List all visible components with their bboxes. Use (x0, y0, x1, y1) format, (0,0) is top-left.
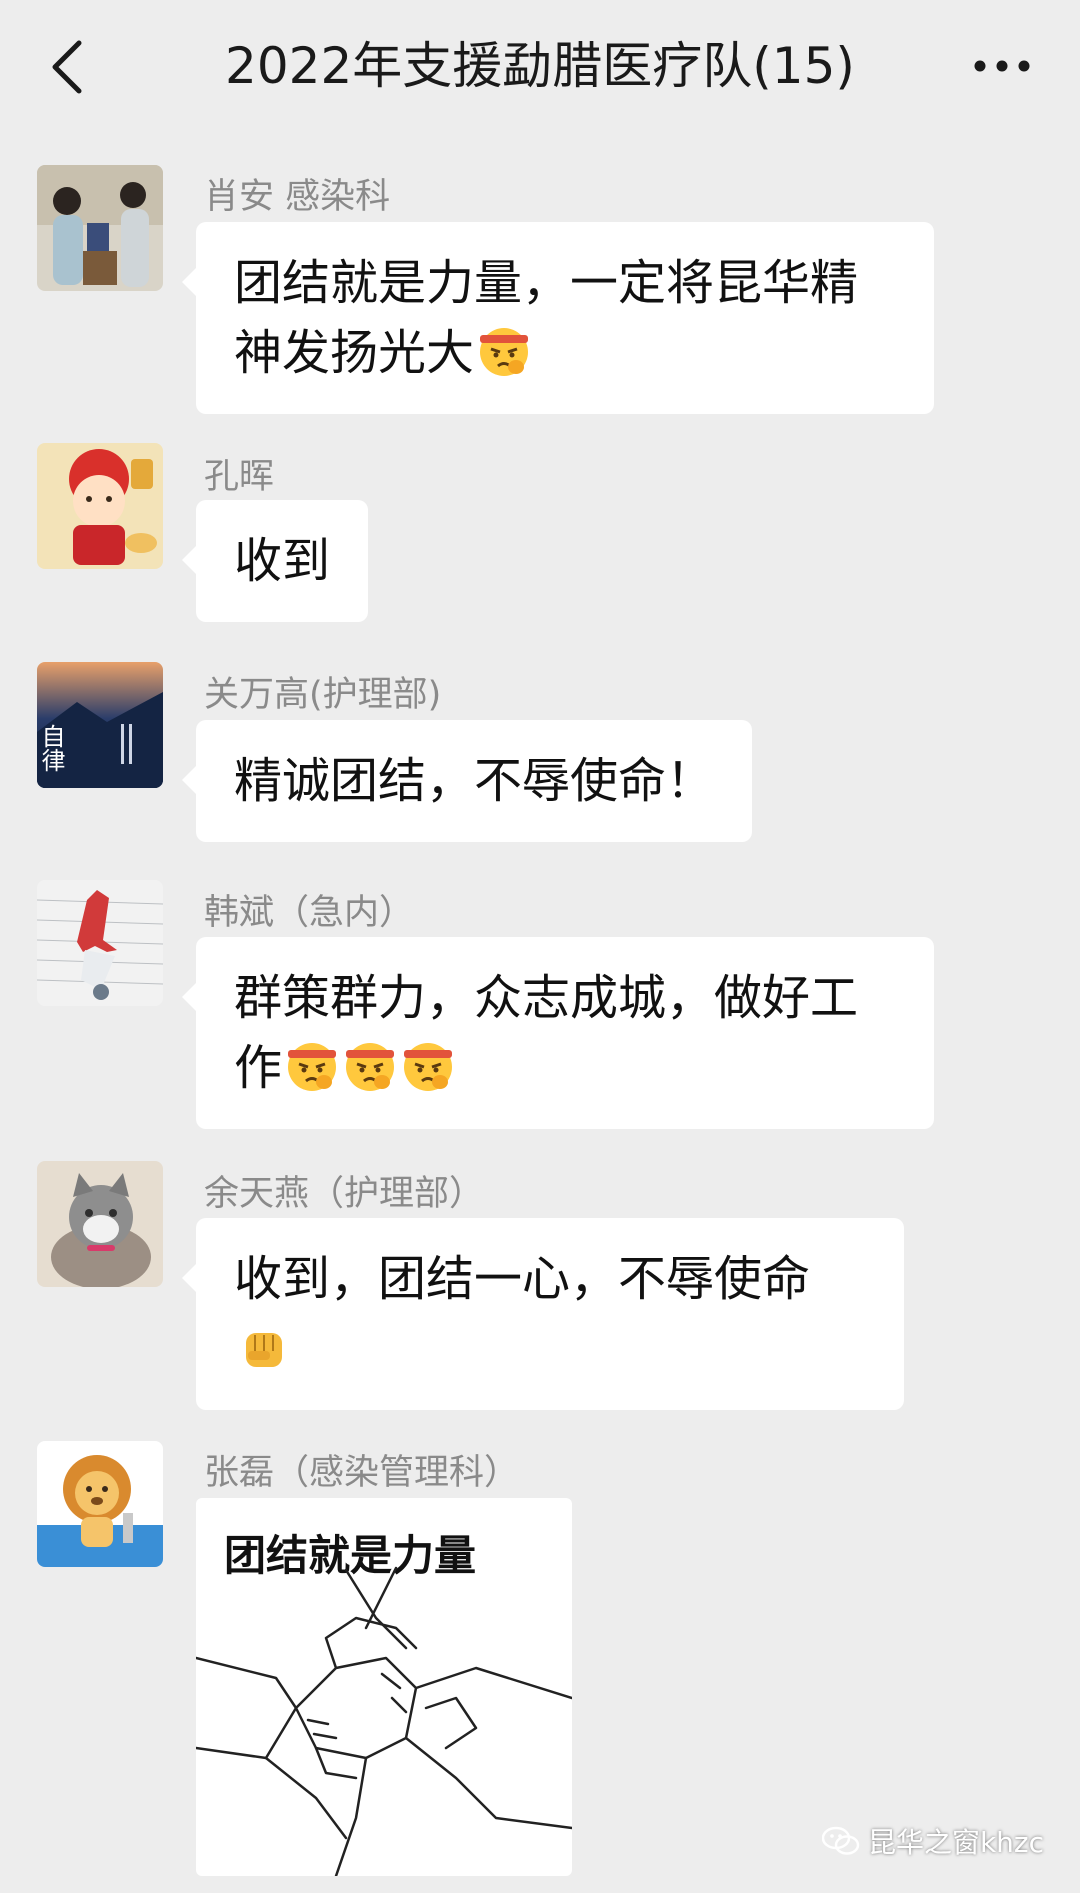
watermark-text: 昆华之窗khzc (867, 1826, 1044, 1859)
message-text: 精诚团结，不辱使命！ (234, 753, 715, 809)
zilv-avatar-text: 自律 (37, 724, 65, 772)
message-text: 收到，团结一心，不辱使命 (234, 1251, 811, 1307)
avatar[interactable] (37, 165, 163, 291)
avatar[interactable] (37, 880, 163, 1006)
watermark: 昆华之窗khzc (821, 1821, 1044, 1861)
determined-face-emoji (480, 328, 529, 376)
message-bubble[interactable]: 收到，团结一心，不辱使命 (182, 1218, 904, 1410)
sender-name: 余天燕（护理部） (204, 1174, 485, 1214)
message-bubble[interactable]: 收到 (181, 500, 369, 622)
more-dots-icon (974, 60, 1030, 72)
avatar[interactable] (37, 443, 163, 569)
message-text: 收到 (234, 533, 331, 589)
message-bubble[interactable]: 群策群力，众志成城，做好工作 (182, 937, 934, 1129)
wechat-icon (821, 1826, 860, 1855)
avatar[interactable] (37, 1441, 163, 1567)
back-button[interactable] (32, 28, 102, 106)
sender-name: 张磊（感染管理科） (204, 1453, 520, 1493)
image-message[interactable]: 团结就是力量 (196, 1498, 572, 1876)
chat-header: 2022年支援勐腊医疗队(15) (0, 0, 1080, 135)
determined-face-emoji (404, 1043, 453, 1091)
joined-hands-illustration (196, 1566, 572, 1876)
chat-title: 2022年支援勐腊医疗队(15) (225, 37, 855, 95)
determined-face-emoji (346, 1043, 395, 1091)
chevron-left-icon (52, 40, 82, 94)
sender-name: 孔晖 (204, 457, 275, 497)
message-bubble[interactable]: 精诚团结，不辱使命！ (181, 720, 753, 842)
sender-name: 韩斌（急内） (204, 893, 415, 933)
raised-fist-emoji (246, 1333, 282, 1367)
message-text: 团结就是力量，一定将昆华精神发扬光大 (234, 255, 859, 381)
sender-name: 关万高(护理部) (204, 675, 442, 715)
avatar[interactable]: 自律 (37, 662, 163, 788)
sender-name: 肖安 感染科 (204, 177, 391, 217)
message-bubble[interactable]: 团结就是力量，一定将昆华精神发扬光大 (182, 222, 934, 414)
avatar[interactable] (37, 1161, 163, 1287)
more-button[interactable] (962, 36, 1042, 96)
determined-face-emoji (288, 1043, 337, 1091)
